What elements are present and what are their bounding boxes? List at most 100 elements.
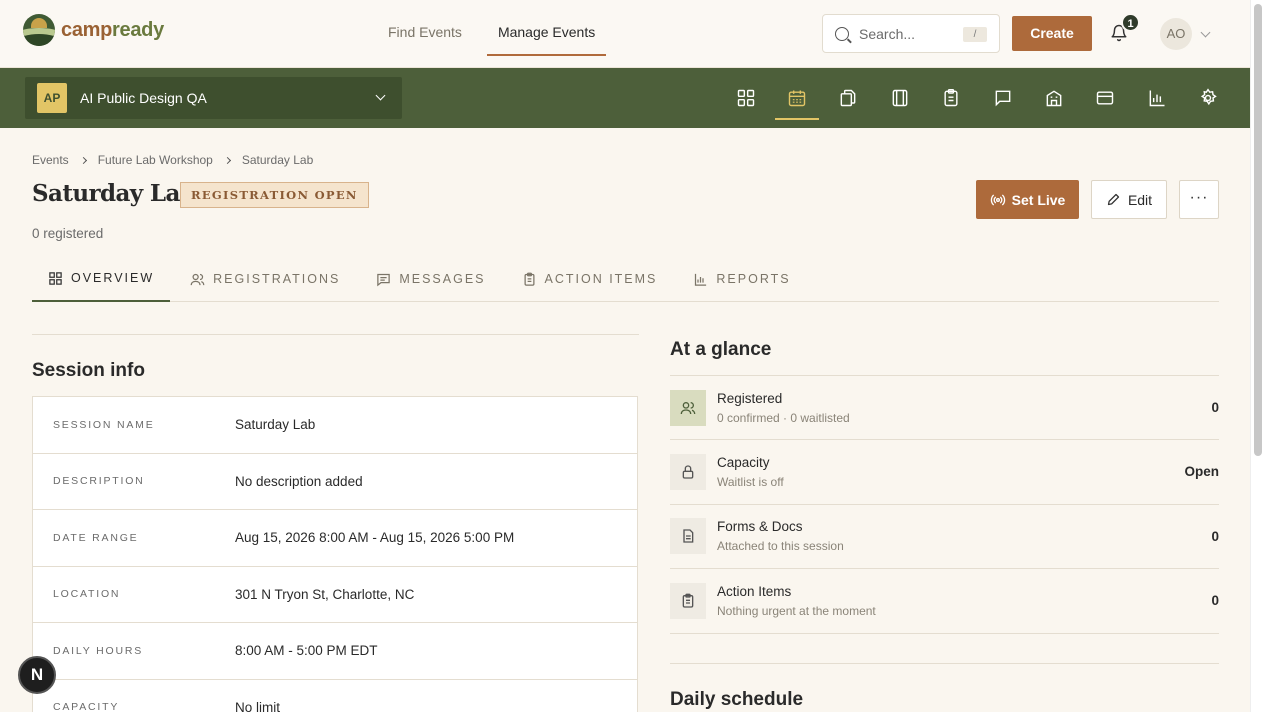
- glance-row-forms-docs: Forms & Docs Attached to this session 0: [670, 505, 1219, 570]
- breadcrumb-events[interactable]: Events: [32, 153, 69, 167]
- tab-reports-label: REPORTS: [716, 272, 791, 286]
- info-label: SESSION NAME: [53, 418, 155, 431]
- tab-registrations-label: REGISTRATIONS: [213, 272, 341, 286]
- glance-row-capacity: Capacity Waitlist is off Open: [670, 440, 1219, 505]
- toolbar-icons: [720, 68, 1234, 128]
- glance-title: Capacity: [717, 455, 770, 471]
- glance-value: 0: [1211, 528, 1219, 544]
- info-row-date-range: DATE RANGE Aug 15, 2026 8:00 AM - Aug 15…: [33, 510, 637, 567]
- org-toolbar: AP AI Public Design QA: [0, 68, 1250, 128]
- lock-icon: [670, 454, 706, 491]
- pencil-icon: [1107, 193, 1120, 206]
- tool-book[interactable]: [874, 68, 925, 128]
- tab-registrations[interactable]: REGISTRATIONS: [174, 256, 356, 302]
- info-label: LOCATION: [53, 588, 121, 601]
- chevron-right-icon: [79, 156, 87, 164]
- chevron-down-icon: [375, 90, 386, 101]
- at-a-glance-list: Registered 0 confirmed · 0 waitlisted 0 …: [670, 375, 1219, 634]
- tool-messages[interactable]: [977, 68, 1028, 128]
- grid-icon: [737, 89, 754, 107]
- info-row-description: DESCRIPTION No description added: [33, 454, 637, 510]
- tool-dashboard[interactable]: [720, 68, 771, 128]
- create-button[interactable]: Create: [1012, 16, 1092, 51]
- glance-subtitle: 0 confirmed · 0 waitlisted: [717, 410, 850, 425]
- chevron-right-icon: [223, 156, 231, 164]
- daily-schedule-title: Daily schedule: [670, 689, 804, 710]
- glance-subtitle: Nothing urgent at the moment: [717, 603, 876, 618]
- settings-icon: [1201, 88, 1217, 106]
- bar-chart-icon: [695, 273, 707, 286]
- info-row-location: LOCATION 301 N Tryon St, Charlotte, NC: [33, 567, 637, 623]
- tab-action-items[interactable]: ACTION ITEMS: [506, 256, 674, 302]
- info-label: DATE RANGE: [53, 531, 139, 544]
- search-box[interactable]: /: [822, 14, 1000, 53]
- dev-tools-badge[interactable]: N: [18, 656, 56, 694]
- breadcrumb-workshop[interactable]: Future Lab Workshop: [98, 153, 213, 167]
- search-shortcut-hint: /: [963, 27, 987, 42]
- users-icon: [670, 389, 706, 426]
- more-options-button[interactable]: ···: [1179, 180, 1219, 219]
- tool-settings[interactable]: [1183, 68, 1234, 128]
- page-title: Saturday Lab: [32, 180, 196, 207]
- info-value: Saturday Lab: [235, 417, 316, 433]
- pages-icon: [841, 89, 856, 107]
- info-value: 301 N Tryon St, Charlotte, NC: [235, 586, 415, 602]
- page-scrollbar[interactable]: [1250, 0, 1265, 712]
- clipboard-icon: [524, 272, 534, 286]
- session-info-title: Session info: [32, 360, 145, 381]
- status-badge: REGISTRATION OPEN: [180, 182, 369, 208]
- tool-events[interactable]: [771, 68, 822, 128]
- at-a-glance-title: At a glance: [670, 339, 772, 360]
- tab-messages[interactable]: MESSAGES: [360, 256, 501, 302]
- glance-value: 0: [1211, 400, 1219, 415]
- divider: [32, 334, 639, 335]
- info-label: DAILY HOURS: [53, 644, 144, 657]
- chevron-down-icon[interactable]: [1200, 27, 1211, 38]
- glance-title: Action Items: [717, 583, 792, 599]
- divider: [670, 663, 1219, 664]
- tool-billing[interactable]: [1080, 68, 1131, 128]
- set-live-button[interactable]: Set Live: [976, 180, 1079, 219]
- bar-chart-icon: [1149, 90, 1165, 107]
- info-row-capacity: CAPACITY No limit: [33, 680, 637, 712]
- search-input[interactable]: [859, 25, 959, 42]
- glance-subtitle: Waitlist is off: [717, 475, 784, 490]
- user-avatar[interactable]: AO: [1160, 18, 1192, 50]
- scrollbar-thumb[interactable]: [1254, 4, 1262, 456]
- session-info-table: SESSION NAME Saturday Lab DESCRIPTION No…: [32, 396, 638, 712]
- search-icon: [835, 26, 849, 41]
- tool-facilities[interactable]: [1028, 68, 1079, 128]
- tab-reports[interactable]: REPORTS: [677, 256, 806, 302]
- tab-messages-label: MESSAGES: [399, 272, 486, 286]
- info-value: Aug 15, 2026 8:00 AM - Aug 15, 2026 5:00…: [235, 530, 515, 546]
- camp-ready-logo[interactable]: campready: [23, 14, 164, 46]
- glance-row-action-items: Action Items Nothing urgent at the momen…: [670, 569, 1219, 634]
- glance-title: Forms & Docs: [717, 519, 803, 535]
- top-navigation: campready Find Events Manage Events / Cr…: [0, 0, 1250, 68]
- glance-title: Registered: [717, 390, 783, 406]
- info-label: DESCRIPTION: [53, 475, 145, 488]
- edit-label: Edit: [1127, 191, 1153, 208]
- set-live-label: Set Live: [1011, 191, 1066, 208]
- info-value: No limit: [235, 699, 281, 712]
- message-icon: [377, 273, 391, 286]
- calendar-icon: [788, 90, 806, 107]
- breadcrumb-current: Saturday Lab: [241, 153, 314, 167]
- logo-mark-icon: [23, 14, 55, 46]
- org-badge: AP: [37, 83, 67, 113]
- glance-subtitle: Attached to this session: [717, 539, 844, 554]
- glance-value: Open: [1184, 464, 1219, 480]
- info-row-session-name: SESSION NAME Saturday Lab: [33, 397, 637, 454]
- nav-manage-events[interactable]: Manage Events: [486, 0, 607, 56]
- tool-pages[interactable]: [823, 68, 874, 128]
- clipboard-icon: [944, 88, 958, 107]
- building-icon: [1046, 90, 1062, 107]
- tool-reports[interactable]: [1131, 68, 1182, 128]
- tool-clipboard[interactable]: [926, 68, 977, 128]
- registered-count: 0 registered: [32, 226, 104, 241]
- edit-button[interactable]: Edit: [1091, 180, 1167, 219]
- organization-selector[interactable]: AP AI Public Design QA: [25, 77, 402, 119]
- nav-find-events[interactable]: Find Events: [388, 0, 462, 56]
- tab-overview[interactable]: OVERVIEW: [32, 256, 171, 302]
- book-icon: [892, 89, 908, 107]
